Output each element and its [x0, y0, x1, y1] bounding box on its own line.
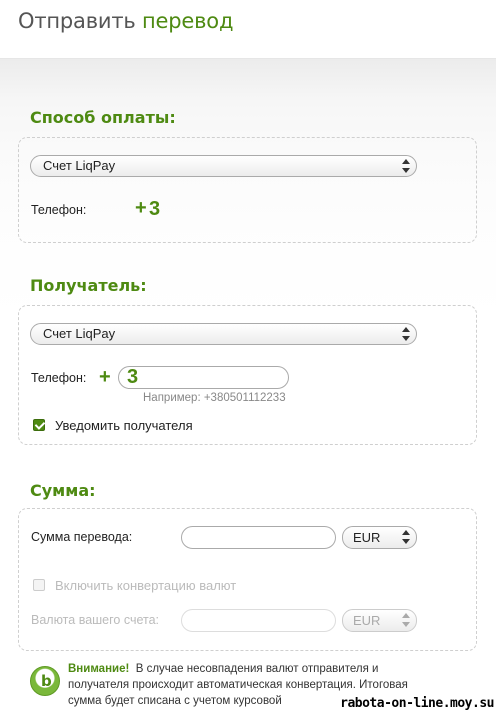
select-arrows-icon — [402, 530, 410, 544]
page-header: Отправить перевод — [0, 0, 496, 59]
notice-title: Внимание! — [68, 663, 130, 675]
recipient-phone-code: 3 — [127, 366, 139, 388]
currency-select[interactable]: EUR — [342, 526, 417, 549]
payment-method-select[interactable]: Счет LiqPay — [30, 155, 417, 177]
conversion-label: Включить конвертацию валют — [55, 578, 237, 593]
select-arrows-icon — [402, 327, 410, 341]
account-currency-select-value: EUR — [353, 613, 381, 628]
amount-section-title: Сумма: — [30, 481, 96, 500]
recipient-phone-hint: Например: +380501112233 — [143, 392, 286, 404]
select-arrows-icon — [402, 613, 410, 627]
recipient-section-title: Получатель: — [30, 276, 147, 295]
payment-phone-plus: + — [135, 197, 147, 219]
select-arrows-icon — [402, 159, 410, 173]
info-icon: b — [30, 666, 60, 696]
recipient-phone-input[interactable]: 3 — [118, 366, 289, 389]
payment-phone-code: 3 — [149, 198, 161, 220]
amount-input[interactable] — [181, 526, 336, 549]
amount-label: Сумма перевода: — [31, 530, 133, 544]
currency-select-value: EUR — [353, 530, 381, 545]
recipient-method-value: Счет LiqPay — [43, 326, 116, 341]
payment-method-value: Счет LiqPay — [43, 158, 116, 173]
recipient-phone-plus: + — [99, 366, 111, 388]
payment-panel — [18, 137, 477, 243]
conversion-checkbox[interactable] — [33, 579, 45, 591]
account-currency-label: Валюта вашего счета: — [31, 613, 160, 627]
page-title: Отправить перевод — [18, 9, 233, 33]
notify-recipient-checkbox[interactable] — [33, 419, 45, 431]
notify-recipient-label[interactable]: Уведомить получателя — [55, 418, 193, 433]
watermark: rabota-on-line.moy.su — [340, 696, 494, 711]
page-title-part2: перевод — [142, 9, 234, 33]
page-title-part1: Отправить — [18, 9, 136, 33]
account-currency-input[interactable] — [181, 609, 336, 632]
recipient-method-select[interactable]: Счет LiqPay — [30, 323, 417, 345]
payment-section-title: Способ оплаты: — [30, 108, 176, 127]
payment-phone-label: Телефон: — [31, 203, 87, 217]
recipient-phone-label: Телефон: — [31, 371, 87, 385]
account-currency-select[interactable]: EUR — [342, 609, 417, 632]
